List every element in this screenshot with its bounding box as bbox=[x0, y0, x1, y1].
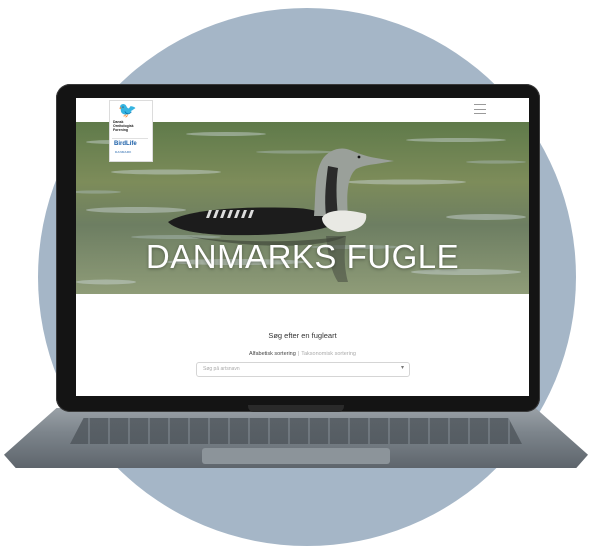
sort-alphabetical-link[interactable]: Alfabetisk sortering bbox=[249, 351, 296, 357]
search-heading: Søg efter en fugleart bbox=[268, 331, 337, 340]
birdlife-logo: BirdLife DANMARK bbox=[112, 138, 148, 159]
species-search-input[interactable] bbox=[197, 363, 393, 374]
birdlife-sub: DANMARK bbox=[115, 150, 132, 154]
chevron-down-icon[interactable]: ▾ bbox=[401, 364, 404, 371]
hamburger-menu-icon[interactable] bbox=[474, 104, 486, 114]
laptop-screen: 🐦 Dansk Ornitologisk Forening BirdLife D… bbox=[76, 98, 529, 396]
sort-taxonomic-link[interactable]: Taksonomisk sortering bbox=[301, 351, 356, 357]
sort-separator: | bbox=[297, 351, 300, 357]
logo-org-name: Dansk Ornitologisk Forening bbox=[113, 120, 134, 132]
species-search-dropdown[interactable]: ▾ bbox=[196, 362, 410, 377]
bird-logo-icon: 🐦 bbox=[118, 102, 137, 119]
laptop-trackpad bbox=[202, 448, 390, 464]
sort-options: Alfabetisk sortering | Taksonomisk sorteri… bbox=[76, 351, 529, 357]
birdlife-name: BirdLife bbox=[114, 141, 137, 147]
site-logo[interactable]: 🐦 Dansk Ornitologisk Forening BirdLife D… bbox=[109, 100, 153, 162]
laptop-hinge bbox=[248, 405, 344, 412]
hero-title: DANMARKS FUGLE bbox=[145, 238, 460, 275]
laptop-keyboard bbox=[70, 418, 522, 444]
